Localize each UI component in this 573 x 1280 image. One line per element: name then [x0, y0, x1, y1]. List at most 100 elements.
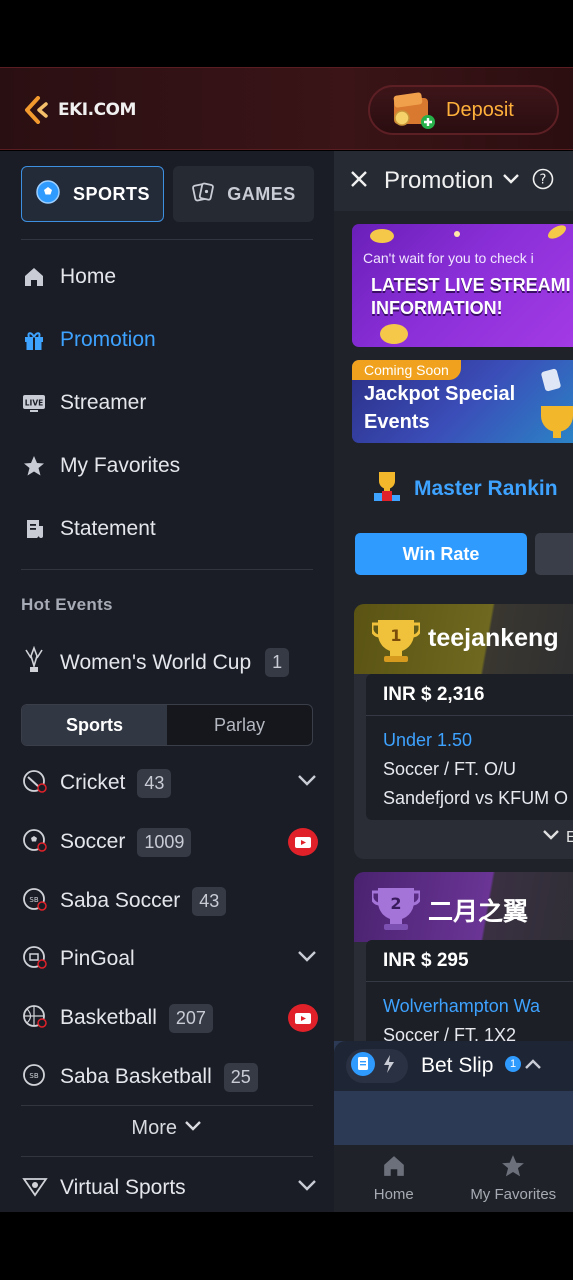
hot-event-item[interactable]: Women's World Cup 1: [22, 645, 312, 679]
nav-item-label: Home: [60, 265, 117, 288]
saba-basketball-icon: SB: [22, 1062, 48, 1093]
ranking-title: Master Rankin: [414, 476, 558, 500]
product-tabs: SPORTS GAMES: [21, 166, 314, 222]
sport-item-saba-basketball[interactable]: SB Saba Basketball 25: [22, 1057, 318, 1097]
status-bar: [0, 0, 573, 67]
live-stream-icon[interactable]: [288, 1004, 318, 1032]
bet-slip-label: Bet Slip: [421, 1054, 494, 1077]
wallet-icon: [390, 90, 436, 130]
sport-count: 25: [223, 1062, 258, 1092]
virtual-sports-icon: [22, 1173, 48, 1204]
banner-title-line: INFORMATION!: [371, 298, 503, 318]
panel-header: Promotion ?: [334, 151, 573, 211]
sport-item-virtual-sports[interactable]: Virtual Sports: [22, 1168, 318, 1208]
saba-soccer-icon: SB: [22, 886, 48, 917]
segment-sports[interactable]: Sports: [22, 705, 167, 745]
cards-icon: [191, 180, 215, 209]
bet-slip-header[interactable]: Bet Slip 1: [334, 1041, 573, 1091]
sport-label: Saba Basketball: [60, 1065, 212, 1088]
hot-events-title: Hot Events: [21, 595, 113, 614]
nav-item-statement[interactable]: Statement: [22, 517, 156, 541]
bet-slip-mode-toggle[interactable]: [346, 1049, 408, 1083]
hot-event-label: Women's World Cup: [60, 650, 252, 674]
nav-item-label: My Favorites: [60, 454, 181, 477]
tab-games[interactable]: GAMES: [173, 166, 314, 222]
promo-banner-jackpot[interactable]: Coming Soon Jackpot Special Events: [352, 360, 573, 443]
player-name: teejankeng: [428, 624, 559, 652]
win-rate-tab[interactable]: Win Rate: [355, 533, 527, 575]
bet-slip-drawer[interactable]: Bet Slip 1: [334, 1041, 573, 1145]
basketball-icon: [22, 1003, 48, 1034]
sport-label: Virtual Sports: [60, 1176, 186, 1199]
gold-trophy-icon: 1: [372, 620, 420, 662]
ranking-card-header: 2 二月之翼: [354, 872, 573, 942]
sport-label: Saba Soccer: [60, 889, 181, 912]
soccer-icon: [22, 827, 48, 858]
live-stream-icon[interactable]: [288, 828, 318, 856]
divider: [21, 1156, 313, 1157]
ranking-card[interactable]: 1 teejankeng INR $ 2,316 Under 1.50 Socc…: [354, 604, 573, 859]
sport-count: 43: [137, 768, 172, 798]
podium-trophy-icon: [372, 469, 402, 508]
expand-card-button[interactable]: E: [542, 828, 573, 847]
rank-number: 1: [390, 626, 401, 645]
close-icon[interactable]: [348, 168, 370, 195]
chevron-down-icon[interactable]: [296, 769, 318, 796]
system-nav-bar: [0, 1212, 573, 1280]
hot-event-count: 1: [265, 648, 290, 677]
sport-item-saba-soccer[interactable]: SB Saba Soccer 43: [22, 881, 318, 921]
soccer-ball-icon: [35, 179, 61, 210]
segment-parlay[interactable]: Parlay: [167, 705, 312, 745]
sport-count: 207: [168, 1003, 213, 1033]
bet-slip-count: 1: [505, 1056, 521, 1072]
nav-item-home[interactable]: Home: [22, 265, 116, 289]
pick-market: Soccer / FT. O/U: [383, 759, 517, 779]
sport-count: 1009: [137, 827, 192, 857]
bottom-nav-favorites[interactable]: My Favorites: [454, 1145, 573, 1212]
ranking-tab-other[interactable]: [535, 533, 573, 575]
nav-item-favorites[interactable]: My Favorites: [22, 454, 180, 478]
divider: [21, 569, 313, 570]
app-header: EKI.COM Deposit: [0, 67, 573, 150]
promo-banner-live-stream[interactable]: Can't wait for you to check i LATEST LIV…: [352, 224, 573, 347]
tab-sports[interactable]: SPORTS: [21, 166, 164, 222]
sports-parlay-toggle: Sports Parlay: [21, 704, 313, 746]
sport-item-pingoal[interactable]: PinGoal: [22, 939, 318, 979]
logo-mark-icon: [24, 96, 50, 124]
banner-title-line: Jackpot Special: [364, 383, 516, 405]
logo[interactable]: EKI.COM: [24, 96, 136, 124]
svg-text:SB: SB: [29, 896, 38, 904]
sport-label: Cricket: [60, 771, 126, 794]
chevron-down-icon[interactable]: [296, 945, 318, 972]
cricket-icon: [22, 768, 48, 799]
more-label: More: [131, 1117, 177, 1139]
help-icon[interactable]: ?: [532, 168, 554, 195]
stake-amount: INR $ 295: [366, 940, 573, 982]
svg-text:SB: SB: [29, 1072, 38, 1080]
logo-text: EKI.COM: [58, 100, 136, 120]
purple-trophy-icon: 2: [372, 888, 420, 930]
sport-item-basketball[interactable]: Basketball 207: [22, 998, 318, 1038]
player-name: 二月之翼: [428, 898, 529, 926]
home-icon: [382, 1154, 406, 1182]
bottom-nav-home[interactable]: Home: [334, 1145, 454, 1212]
deposit-button[interactable]: Deposit: [368, 85, 559, 135]
chevron-down-icon[interactable]: [502, 171, 520, 192]
sport-item-cricket[interactable]: Cricket 43: [22, 763, 318, 803]
more-button[interactable]: More: [21, 1117, 313, 1140]
nav-item-label: Promotion: [60, 328, 156, 351]
document-icon: [350, 1051, 376, 1082]
chevron-down-icon[interactable]: [296, 1174, 318, 1201]
banner-title-line: Events: [364, 411, 430, 433]
bottom-nav-label: My Favorites: [470, 1186, 557, 1203]
chevron-up-icon[interactable]: [524, 1056, 542, 1077]
gift-icon: [22, 328, 46, 352]
nav-item-label: Statement: [60, 517, 156, 540]
sport-item-soccer[interactable]: Soccer 1009: [22, 822, 318, 862]
trophy-icon: [22, 645, 46, 679]
pick-details: INR $ 2,316 Under 1.50 Soccer / FT. O/U …: [366, 674, 573, 820]
nav-item-promotion[interactable]: Promotion: [22, 328, 156, 352]
banner-title: Jackpot Special Events: [364, 380, 515, 436]
chevron-down-icon: [183, 1117, 203, 1139]
nav-item-streamer[interactable]: LIVE Streamer: [22, 391, 146, 415]
